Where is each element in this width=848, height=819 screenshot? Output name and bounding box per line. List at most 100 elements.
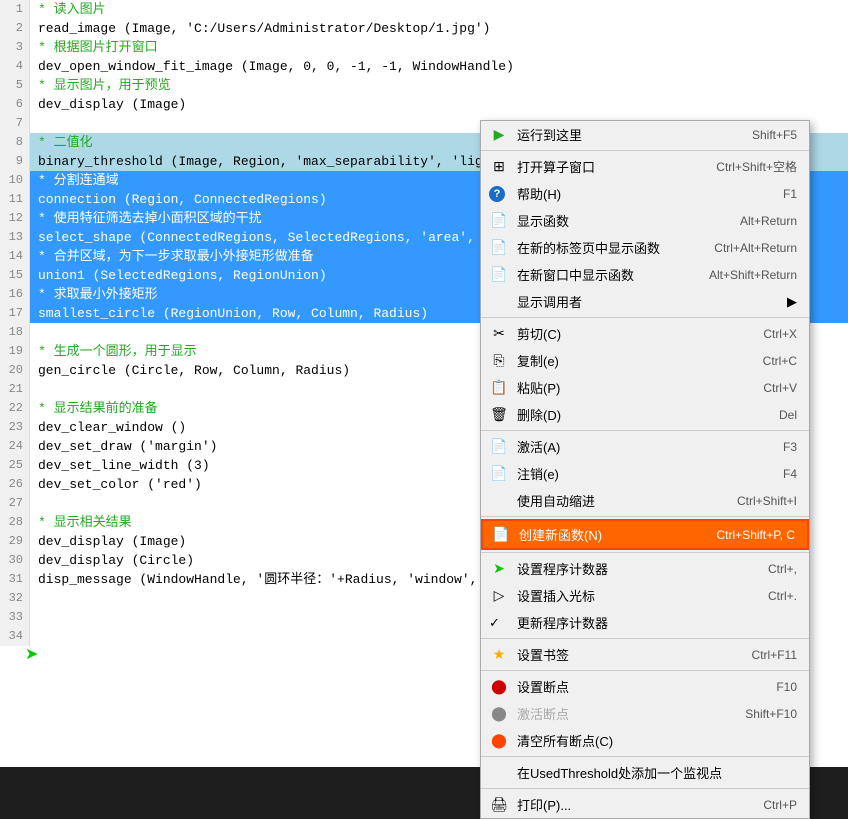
menu-label: 在UsedThreshold处添加一个监视点 bbox=[517, 763, 722, 782]
menu-label: 更新程序计数器 bbox=[517, 613, 608, 632]
line-number: 8 bbox=[0, 133, 30, 152]
menu-shortcut: Alt+Shift+Return bbox=[689, 268, 797, 282]
menu-item-show-func-newtab[interactable]: 📄 在新的标签页中显示函数 Ctrl+Alt+Return bbox=[481, 234, 809, 261]
menu-label: 帮助(H) bbox=[517, 184, 561, 203]
line-number: 26 bbox=[0, 475, 30, 494]
menu-shortcut: Shift+F5 bbox=[732, 128, 797, 142]
menu-label: 在新的标签页中显示函数 bbox=[517, 238, 660, 257]
menu-item-paste[interactable]: 📋 粘贴(P) Ctrl+V bbox=[481, 374, 809, 401]
line-number: 14 bbox=[0, 247, 30, 266]
menu-separator bbox=[481, 516, 809, 517]
delete-icon: 🗑 bbox=[489, 406, 509, 423]
menu-shortcut: Ctrl+P bbox=[743, 798, 797, 812]
menu-item-update-counter[interactable]: ✓ 更新程序计数器 bbox=[481, 609, 809, 636]
menu-shortcut: F3 bbox=[763, 440, 797, 454]
run-icon: ▶ bbox=[489, 126, 509, 143]
menu-label: 激活(A) bbox=[517, 437, 560, 456]
menu-shortcut: Ctrl+V bbox=[743, 381, 797, 395]
menu-label: 粘贴(P) bbox=[517, 378, 560, 397]
line-number: 27 bbox=[0, 494, 30, 513]
menu-item-show-func-newwin[interactable]: 📄 在新窗口中显示函数 Alt+Shift+Return bbox=[481, 261, 809, 288]
menu-separator bbox=[481, 756, 809, 757]
menu-item-cut[interactable]: ✂ 剪切(C) Ctrl+X bbox=[481, 320, 809, 347]
line-number: 1 bbox=[0, 0, 30, 19]
help-icon: ? bbox=[489, 186, 505, 202]
menu-item-set-cursor[interactable]: ▷ 设置插入光标 Ctrl+. bbox=[481, 582, 809, 609]
menu-separator bbox=[481, 552, 809, 553]
menu-item-set-bookmark[interactable]: ★ 设置书签 Ctrl+F11 bbox=[481, 641, 809, 668]
doc-newwin-icon: 📄 bbox=[489, 266, 509, 283]
menu-item-run-here[interactable]: ▶ 运行到这里 Shift+F5 bbox=[481, 121, 809, 148]
menu-label: 设置程序计数器 bbox=[517, 559, 608, 578]
menu-item-set-breakpoint[interactable]: ⬤ 设置断点 F10 bbox=[481, 673, 809, 700]
code-line-2: 2 read_image (Image, 'C:/Users/Administr… bbox=[0, 19, 848, 38]
line-number: 4 bbox=[0, 57, 30, 76]
line-number: 2 bbox=[0, 19, 30, 38]
menu-shortcut: Alt+Return bbox=[720, 214, 797, 228]
line-number: 16 bbox=[0, 285, 30, 304]
menu-item-show-caller[interactable]: 显示调用者 ▶ bbox=[481, 288, 809, 315]
line-content: read_image (Image, 'C:/Users/Administrat… bbox=[30, 19, 848, 38]
menu-shortcut: Ctrl+F11 bbox=[732, 648, 797, 662]
line-number: 3 bbox=[0, 38, 30, 57]
menu-shortcut: F4 bbox=[763, 467, 797, 481]
line-number: 31 bbox=[0, 570, 30, 589]
menu-label: 使用自动缩进 bbox=[517, 491, 595, 510]
line-content: * 显示图片，用于预览 bbox=[30, 76, 848, 95]
menu-label: 注销(e) bbox=[517, 464, 559, 483]
menu-shortcut: Ctrl+C bbox=[743, 354, 797, 368]
menu-item-print[interactable]: 🖨 打印(P)... Ctrl+P bbox=[481, 791, 809, 818]
menu-item-help[interactable]: ? 帮助(H) F1 bbox=[481, 180, 809, 207]
code-line-6: 6 dev_display (Image) bbox=[0, 95, 848, 114]
menu-item-open-subwindow[interactable]: ⊞ 打开算子窗口 Ctrl+Shift+空格 bbox=[481, 153, 809, 180]
menu-shortcut: F10 bbox=[756, 680, 797, 694]
line-number: 13 bbox=[0, 228, 30, 247]
menu-label: 设置书签 bbox=[517, 645, 569, 664]
menu-shortcut: F1 bbox=[763, 187, 797, 201]
menu-label: 复制(e) bbox=[517, 351, 559, 370]
line-number: 21 bbox=[0, 380, 30, 399]
set-cursor-icon: ▷ bbox=[489, 587, 509, 604]
menu-shortcut: Ctrl+Alt+Return bbox=[694, 241, 797, 255]
menu-item-set-counter[interactable]: ➤ 设置程序计数器 Ctrl+, bbox=[481, 555, 809, 582]
menu-separator bbox=[481, 430, 809, 431]
menu-label: 剪切(C) bbox=[517, 324, 561, 343]
line-content: dev_open_window_fit_image (Image, 0, 0, … bbox=[30, 57, 848, 76]
code-line-5: 5 * 显示图片，用于预览 bbox=[0, 76, 848, 95]
doc-newtab-icon: 📄 bbox=[489, 239, 509, 256]
menu-shortcut: Ctrl+Shift+空格 bbox=[696, 158, 797, 175]
menu-item-copy[interactable]: ⎘ 复制(e) Ctrl+C bbox=[481, 347, 809, 374]
star-icon: ★ bbox=[489, 646, 509, 663]
menu-item-auto-indent[interactable]: 使用自动缩进 Ctrl+Shift+I bbox=[481, 487, 809, 514]
menu-item-show-func[interactable]: 📄 显示函数 Alt+Return bbox=[481, 207, 809, 234]
menu-item-create-func[interactable]: 📄 创建新函数(N) Ctrl+Shift+P, C bbox=[481, 519, 809, 550]
cut-icon: ✂ bbox=[489, 325, 509, 342]
menu-shortcut: Shift+F10 bbox=[725, 707, 797, 721]
menu-label: 设置插入光标 bbox=[517, 586, 595, 605]
menu-item-activate-breakpoint[interactable]: ⬤ 激活断点 Shift+F10 bbox=[481, 700, 809, 727]
menu-item-delete[interactable]: 🗑 删除(D) Del bbox=[481, 401, 809, 428]
line-number: 19 bbox=[0, 342, 30, 361]
line-number: 23 bbox=[0, 418, 30, 437]
menu-item-clear-breakpoints[interactable]: ⬤ 清空所有断点(C) bbox=[481, 727, 809, 754]
line-number: 10 bbox=[0, 171, 30, 190]
menu-label: 清空所有断点(C) bbox=[517, 731, 613, 750]
menu-label: 运行到这里 bbox=[517, 125, 582, 144]
code-line-3: 3 * 根据图片打开窗口 bbox=[0, 38, 848, 57]
menu-item-add-watchpoint[interactable]: 在UsedThreshold处添加一个监视点 bbox=[481, 759, 809, 786]
line-number: 24 bbox=[0, 437, 30, 456]
menu-shortcut: Ctrl+Shift+P, C bbox=[697, 528, 795, 542]
line-number: 9 bbox=[0, 152, 30, 171]
menu-label: 创建新函数(N) bbox=[519, 525, 602, 544]
line-number: 29 bbox=[0, 532, 30, 551]
line-number: 7 bbox=[0, 114, 30, 133]
menu-item-comment[interactable]: 📄 注销(e) F4 bbox=[481, 460, 809, 487]
line-number: 30 bbox=[0, 551, 30, 570]
line-number: 25 bbox=[0, 456, 30, 475]
set-counter-icon: ➤ bbox=[489, 560, 509, 577]
menu-shortcut: Del bbox=[759, 408, 797, 422]
menu-separator bbox=[481, 317, 809, 318]
line-number: 17 bbox=[0, 304, 30, 323]
line-number: 11 bbox=[0, 190, 30, 209]
menu-item-activate[interactable]: 📄 激活(A) F3 bbox=[481, 433, 809, 460]
